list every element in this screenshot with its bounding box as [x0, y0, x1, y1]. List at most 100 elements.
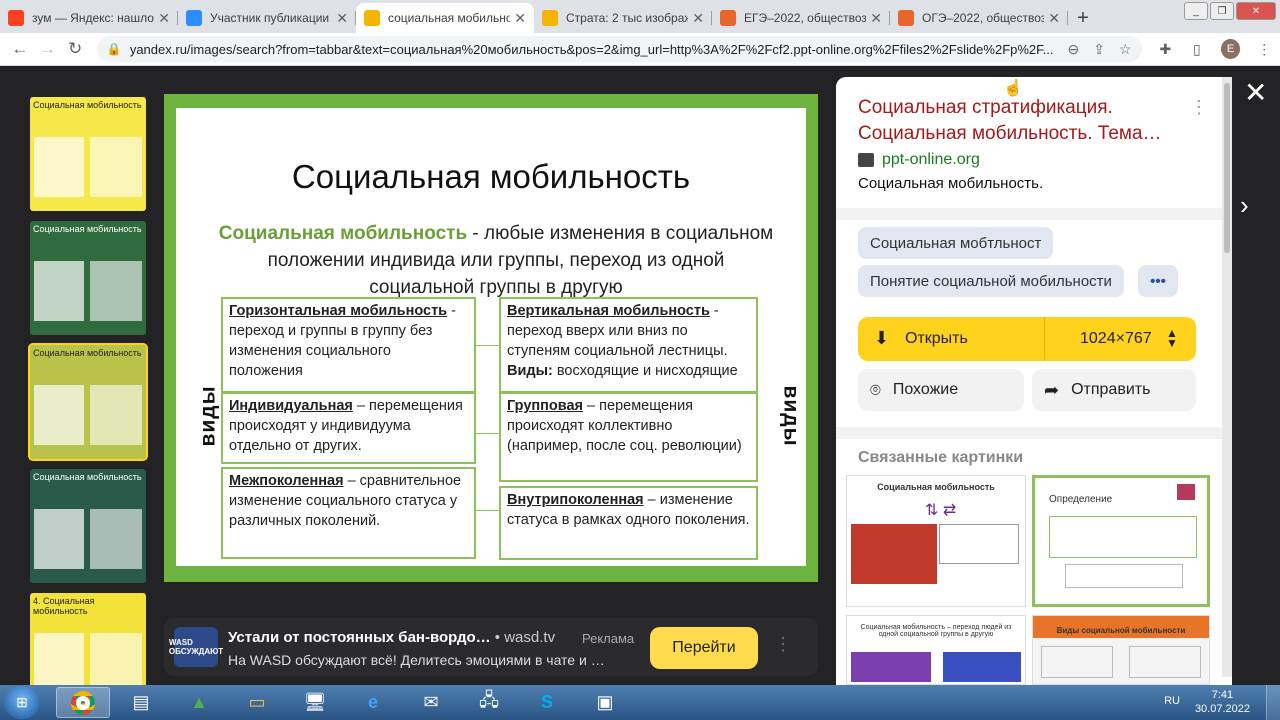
thumbnail-1[interactable]: Социальная мобильность [30, 221, 146, 335]
related-image[interactable]: Социальная мобильность ⇅ ⇄ [846, 475, 1026, 607]
image-size[interactable]: 1024×767 [1080, 330, 1152, 348]
close-tab-icon[interactable]: ✕ [158, 10, 170, 27]
related-preview [1049, 516, 1197, 558]
close-window-button[interactable]: ✕ [1236, 2, 1276, 20]
thumbnail-3[interactable]: Социальная мобильность [30, 469, 146, 583]
more-tags-button[interactable]: ••• [1138, 265, 1178, 297]
scrollbar-thumb[interactable] [1224, 83, 1230, 253]
reload-icon[interactable]: ↻ [61, 39, 89, 59]
similar-button[interactable]: ⌾ Похожие [858, 369, 1024, 411]
main-image[interactable]: Социальная мобильность Социальная мобиль… [164, 94, 818, 582]
arrows-icon: ⇅ ⇄ [925, 502, 957, 519]
related-image[interactable]: Виды социальной мобильности [1032, 615, 1210, 685]
definition-term: Социальная мобильность [218, 223, 468, 244]
download-icon: ⬇ [874, 328, 890, 348]
tag-chip[interactable]: Понятие социальной мобильности [858, 265, 1124, 297]
app-a-taskbar-icon[interactable]: ▲ [172, 687, 226, 718]
restore-button[interactable]: ❐ [1210, 2, 1234, 20]
forward-icon[interactable]: → [34, 39, 62, 59]
tab-title: ЕГЭ–2022, обществозн [744, 11, 867, 25]
thumbnail-preview [90, 137, 142, 197]
tab-4[interactable]: ЕГЭ–2022, обществозн ✕ [712, 3, 890, 33]
related-heading: Связанные картинки [858, 449, 1024, 466]
mail-taskbar-icon[interactable]: ✉ [404, 687, 458, 718]
side-panel-icon[interactable]: ▯ [1181, 41, 1213, 58]
open-image-button[interactable]: ⬇ Открыть 1024×767 ▲ ▼ [858, 317, 1196, 361]
clock[interactable]: 7:41 30.07.2022 [1195, 688, 1250, 716]
slide-definition: Социальная мобильность - любые изменения… [216, 220, 776, 301]
close-tab-icon[interactable]: ✕ [336, 10, 348, 27]
clock-time: 7:41 [1211, 689, 1234, 701]
share-icon[interactable]: ⇪ [1093, 41, 1105, 58]
next-image-icon[interactable]: › [1240, 190, 1249, 221]
avatar[interactable]: E [1220, 39, 1241, 59]
menu-icon[interactable]: ⋮ [1248, 41, 1280, 58]
tab-3[interactable]: Страта: 2 тыс изображ ✕ [534, 3, 712, 33]
close-tab-icon[interactable]: ✕ [870, 10, 882, 27]
explorer-taskbar-icon[interactable]: ▭ [230, 687, 284, 718]
tab-5[interactable]: ОГЭ–2022, обществозн ✕ [890, 3, 1068, 33]
share-label: Отправить [1071, 381, 1151, 398]
share-button[interactable]: ➦ Отправить [1032, 369, 1196, 411]
ad-go-button[interactable]: Перейти [650, 627, 758, 669]
new-tab-button[interactable]: + [1068, 3, 1098, 33]
clock-date: 30.07.2022 [1194, 703, 1250, 715]
ie-taskbar-icon[interactable]: e [346, 687, 400, 718]
thumbnail-strip: Социальная мобильность Социальная мобильн… [28, 97, 148, 717]
related-image[interactable]: Социальная мобильность – переход людей и… [846, 615, 1026, 685]
tab-title: ОГЭ–2022, обществозн [922, 11, 1045, 25]
bookmark-star-icon[interactable]: ☆ [1119, 41, 1132, 58]
related-preview [851, 652, 931, 682]
image-source-title[interactable]: Социальная стратификация. Социальная моб… [858, 95, 1198, 147]
zoom-icon[interactable]: ⊖ [1068, 41, 1080, 58]
ad-title[interactable]: Устали от постоянных бан-вордо… • wasd.t… [228, 629, 555, 646]
language-indicator[interactable]: RU [1164, 695, 1180, 707]
oge-icon [898, 10, 914, 26]
app-doc-taskbar-icon[interactable]: ▣ [578, 687, 632, 718]
close-tab-icon[interactable]: ✕ [514, 10, 526, 27]
skype-taskbar-icon[interactable]: S [520, 687, 574, 718]
address-bar[interactable]: 🔒 yandex.ru/images/search?from=tabbar&te… [96, 36, 1142, 62]
size-selector-icon[interactable]: ▲ ▼ [1166, 327, 1178, 349]
thumbnail-preview [34, 509, 84, 569]
url-text[interactable]: yandex.ru/images/search?from=tabbar&text… [130, 42, 1054, 57]
extensions-icon[interactable]: ✚ [1150, 41, 1182, 58]
chrome-taskbar-icon[interactable] [56, 687, 110, 718]
lock-icon: 🔒 [106, 42, 122, 56]
box-group: Групповая – перемещения происходят колле… [499, 392, 758, 482]
tab-1[interactable]: Участник публикации ✕ [178, 3, 356, 33]
close-tab-icon[interactable]: ✕ [692, 10, 704, 27]
divider [1044, 317, 1045, 361]
show-desktop-button[interactable] [1266, 685, 1280, 720]
tag-chip[interactable]: Социальная мобтльност [858, 227, 1054, 259]
thumbnail-0[interactable]: Социальная мобильность [30, 97, 146, 211]
box-individual: Индивидуальная – перемещения происходят … [221, 392, 476, 464]
close-viewer-icon[interactable]: ✕ [1244, 76, 1267, 109]
close-tab-icon[interactable]: ✕ [1048, 10, 1060, 27]
more-options-icon[interactable]: ⋮ [1190, 97, 1208, 118]
computer-taskbar-icon[interactable]: 🖥 [288, 687, 342, 718]
minimize-button[interactable]: _ [1184, 2, 1208, 20]
ad-banner[interactable]: WASD ОБСУЖДАЮТ Устали от постоянных бан-… [164, 618, 818, 676]
thumbnail-2[interactable]: Социальная мобильность [28, 343, 148, 461]
ad-more-icon[interactable]: ⋮ [774, 634, 792, 655]
source-site-name: ppt-online.org [882, 151, 980, 168]
back-icon[interactable]: ← [6, 39, 34, 59]
toolbar: ← → ↻ 🔒 yandex.ru/images/search?from=tab… [0, 33, 1280, 66]
notepad-taskbar-icon[interactable]: ▤ [114, 687, 168, 718]
network-taskbar-icon[interactable]: 🖧 [462, 687, 516, 718]
source-site[interactable]: ppt-online.org [858, 151, 980, 169]
open-label: Открыть [905, 330, 968, 347]
related-image[interactable]: Определение [1032, 475, 1210, 607]
divider [836, 208, 1232, 220]
start-button[interactable]: ⊞ [4, 686, 40, 719]
related-preview [939, 524, 1019, 564]
tab-2[interactable]: социальная мобильнос ✕ [356, 3, 534, 33]
box-intragenerational: Внутрипоколенная – изменение статуса в р… [499, 486, 758, 560]
tab-0[interactable]: зум — Яндекс: нашлос ✕ [0, 3, 178, 33]
similar-label: Похожие [892, 381, 959, 398]
vertical-term: Вертикальная мобильность [507, 303, 710, 319]
panel-scrollbar[interactable] [1222, 77, 1232, 677]
tab-strip: зум — Яндекс: нашлос ✕ Участник публикации… [0, 0, 1280, 33]
side-label-left: виды [196, 385, 220, 447]
